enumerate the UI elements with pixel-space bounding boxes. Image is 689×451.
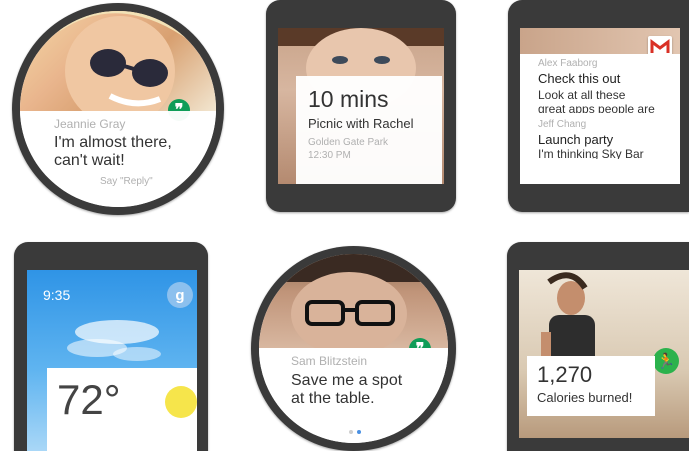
- contact-photo: [20, 11, 216, 126]
- time-until: 10 mins: [308, 86, 389, 112]
- page-dot: [349, 430, 353, 434]
- watch-hangouts-message: ❞ Jeannie Gray I'm almost there, can't w…: [12, 3, 224, 215]
- sun-icon: [165, 386, 197, 418]
- email-sender: Alex Faaborg: [538, 58, 598, 69]
- watch-gmail: Alex Faaborg Check this out Look at all …: [508, 0, 689, 212]
- notification-card: Jeannie Gray I'm almost there, can't wai…: [20, 111, 216, 207]
- calorie-count: 1,270: [537, 362, 593, 387]
- watch-screen: ❞ Sam Blitzstein Save me a spot at the t…: [259, 254, 448, 443]
- event-card: 10 mins Picnic with Rachel Golden Gate P…: [296, 76, 442, 184]
- fitness-card: 1,270 Calories burned!: [527, 356, 655, 416]
- clock-time: 9:35: [43, 287, 71, 303]
- calorie-label: Calories burned!: [537, 390, 633, 405]
- watch-weather: 9:35 g 72°: [14, 242, 208, 451]
- message-line-2: at the table.: [291, 390, 375, 407]
- google-search-icon[interactable]: g: [167, 282, 193, 308]
- message-line-1: Save me a spot: [291, 372, 403, 389]
- event-title: Picnic with Rachel: [308, 116, 414, 131]
- message-line-1: I'm almost there,: [54, 134, 172, 151]
- weather-card: 72°: [47, 368, 197, 451]
- contact-photo-illustration: [50, 11, 190, 126]
- watch-screen: ❞ Jeannie Gray I'm almost there, can't w…: [20, 11, 216, 207]
- email-preview: great apps people are: [538, 102, 655, 113]
- watch-screen: 10 mins Picnic with Rachel Golden Gate P…: [278, 28, 444, 184]
- email-item[interactable]: Alex Faaborg Check this out Look at all …: [538, 58, 680, 113]
- fitness-runner-icon: 🏃: [653, 348, 679, 374]
- event-time: 12:30 PM: [308, 150, 351, 161]
- event-location: Golden Gate Park: [308, 137, 389, 148]
- email-subject: Launch party: [538, 132, 614, 147]
- notification-card: Sam Blitzstein Save me a spot at the tab…: [259, 348, 448, 443]
- watch-calendar-event: 10 mins Picnic with Rachel Golden Gate P…: [266, 0, 456, 212]
- email-list: Alex Faaborg Check this out Look at all …: [520, 54, 680, 184]
- contact-photo: [259, 254, 448, 356]
- contact-photo-illustration: [259, 254, 448, 356]
- page-indicator: [349, 430, 361, 434]
- email-preview: I'm thinking Sky Bar: [538, 147, 644, 159]
- watch-screen: 🏃 1,270 Calories burned!: [519, 270, 689, 438]
- message-line-2: can't wait!: [54, 152, 125, 169]
- watch-hangouts-message-2: ❞ Sam Blitzstein Save me a spot at the t…: [251, 246, 456, 451]
- watch-fitness: 🏃 1,270 Calories burned!: [507, 242, 689, 451]
- email-subject: Check this out: [538, 71, 621, 86]
- sender-name: Jeannie Gray: [54, 117, 126, 131]
- email-sender: Jeff Chang: [538, 119, 587, 130]
- temperature: 72°: [57, 376, 121, 423]
- watch-screen: 9:35 g 72°: [27, 270, 197, 451]
- watch-screen: Alex Faaborg Check this out Look at all …: [520, 28, 680, 184]
- reply-action[interactable]: Say "Reply": [100, 176, 216, 187]
- sender-name: Sam Blitzstein: [291, 354, 368, 368]
- email-item[interactable]: Jeff Chang Launch party I'm thinking Sky…: [538, 119, 680, 159]
- page-dot-active: [357, 430, 361, 434]
- email-preview: Look at all these: [538, 88, 626, 102]
